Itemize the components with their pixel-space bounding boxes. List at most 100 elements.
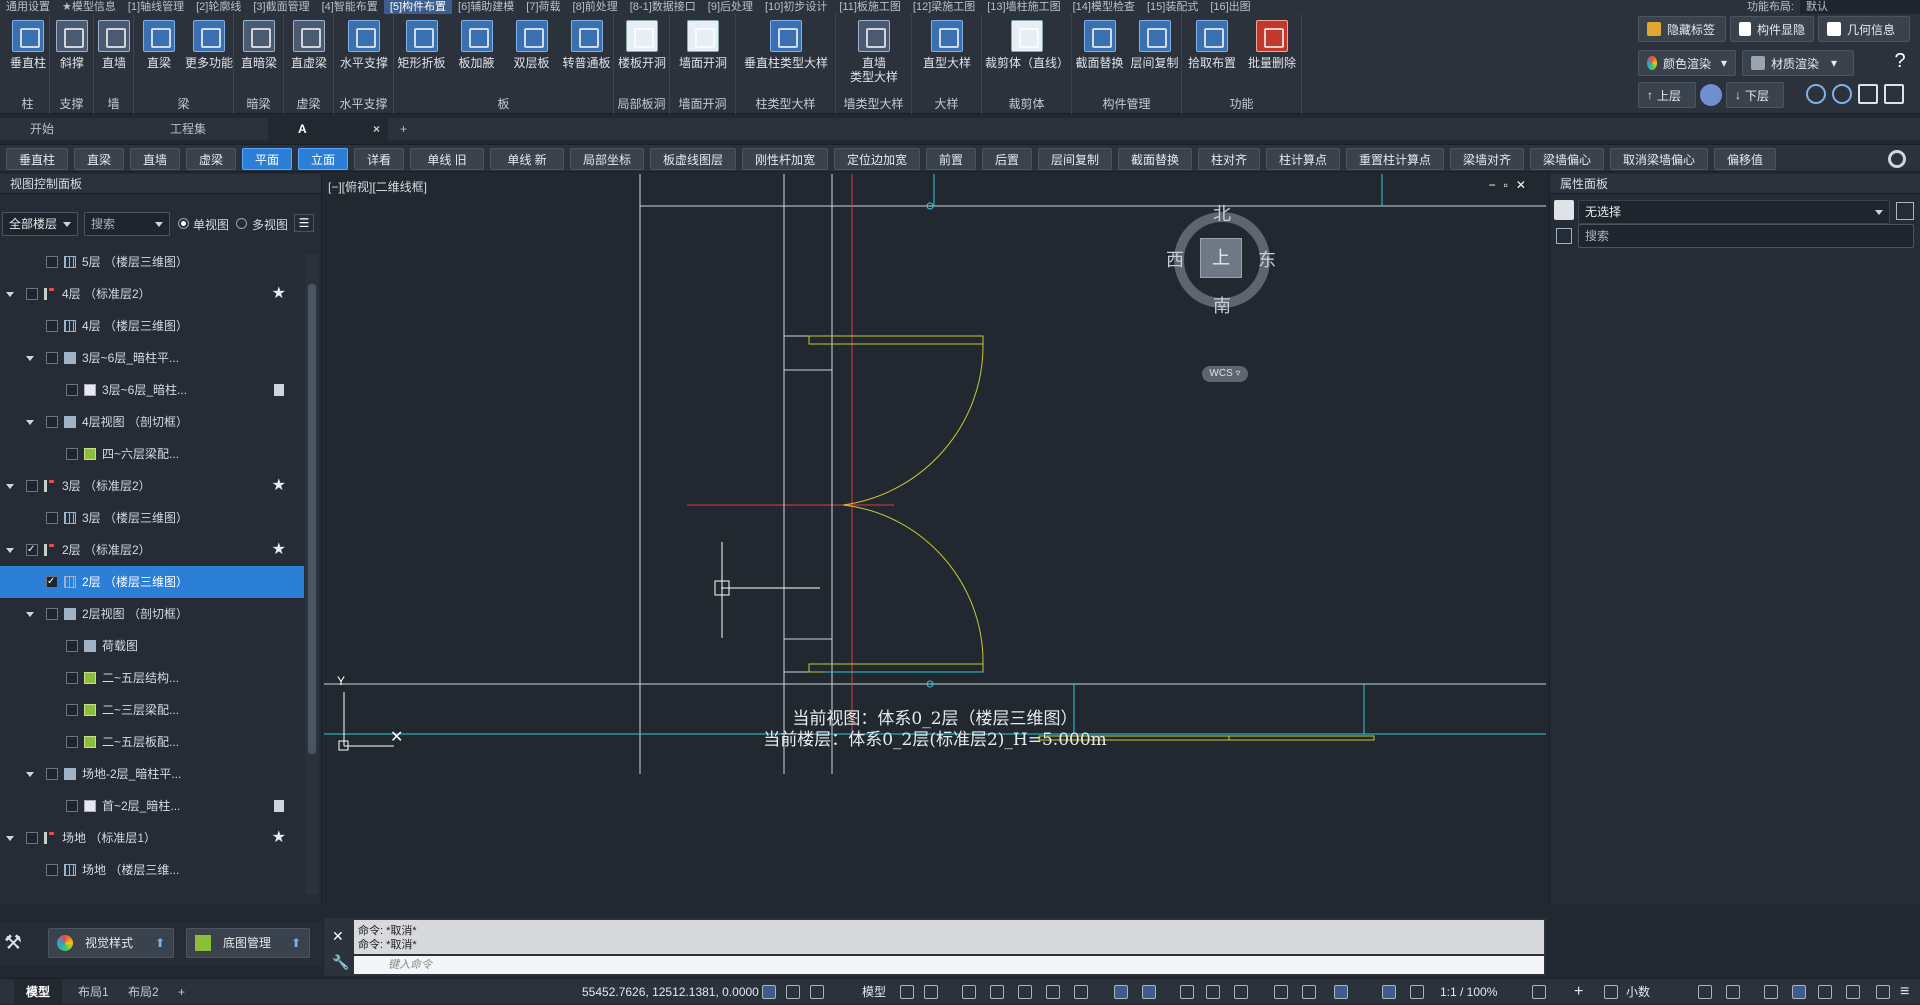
component-visibility-button[interactable]: 构件显隐 [1730,16,1814,42]
infer-icon[interactable] [962,985,976,999]
clean-screen-icon[interactable] [1792,985,1806,999]
units-icon[interactable] [1604,985,1618,999]
menu-item[interactable]: [4]智能布置 [316,0,384,14]
zoom-extents-icon[interactable] [1858,84,1878,104]
menu-item[interactable]: [12]梁施工图 [907,0,981,14]
tree-item[interactable]: 3层~6层_暗柱... [0,374,304,406]
favorite-star-icon[interactable]: ★ [272,534,286,566]
hide-tag-button[interactable]: 隐藏标签 [1638,16,1726,42]
menu-item[interactable]: [8-1]数据接口 [624,0,702,14]
tree-item[interactable]: 首~2层_暗柱... [0,790,304,822]
menu-item[interactable]: [15]装配式 [1141,0,1204,14]
tree-checkbox[interactable] [46,320,58,332]
toolbar-button[interactable]: 平面 [242,148,292,170]
toolbar-button[interactable]: 层间复制 [1038,148,1112,170]
gizmo-icon[interactable] [1302,985,1316,999]
favorite-star-icon[interactable]: ★ [272,278,286,310]
expander-icon[interactable] [26,420,34,425]
wcs-menu[interactable]: WCS ▿ [1202,366,1248,382]
plus-icon[interactable]: + [1574,979,1583,1005]
tab-model[interactable]: 模型 [14,979,63,1005]
menu-item[interactable]: [5]构件布置 [383,0,453,14]
tree-checkbox[interactable] [26,288,38,300]
gear-icon[interactable] [1700,84,1722,106]
tree-item[interactable]: 荷载图 [0,630,304,662]
favorite-star-icon[interactable]: ★ [272,470,286,502]
annotation-scale-icon[interactable] [1382,985,1396,999]
ribbon-button[interactable]: 直型大样 [912,20,982,70]
auto-scale-icon[interactable] [1410,985,1424,999]
zoom-in-icon[interactable] [1806,84,1826,104]
wrench-icon[interactable]: 🔧 [332,954,349,971]
toolbar-button[interactable]: 柱计算点 [1266,148,1340,170]
menu-item[interactable]: [14]模型检查 [1067,0,1141,14]
geometry-info-button[interactable]: 几何信息 [1818,16,1910,42]
tree-checkbox[interactable] [46,768,58,780]
tree-checkbox[interactable] [46,608,58,620]
ribbon-button[interactable]: 直墙 [94,20,134,70]
ribbon-button[interactable]: 矩形折板 [394,20,449,70]
quick-select-icon[interactable] [1896,202,1914,220]
ribbon-button[interactable]: 批量删除 [1242,20,1302,70]
tab-start[interactable]: 开始 [0,118,140,140]
help-icon[interactable]: ? [1888,50,1912,76]
toolbar-button[interactable]: 梁墙对齐 [1450,148,1524,170]
ribbon-button[interactable]: 楼板开洞 [614,20,670,70]
tree-item[interactable]: ✓ 2层 （楼层三维图） [0,566,304,598]
compass-south[interactable]: 南 [1213,292,1231,318]
favorite-star-icon[interactable]: ★ [272,822,286,854]
tree-checkbox[interactable] [46,512,58,524]
ribbon-button[interactable]: 更多功能 [184,20,234,70]
model-space-label[interactable]: 模型 [862,979,886,1005]
new-tab-button[interactable]: + [392,118,422,140]
tree-item[interactable]: 基础面 （基础面） ★ [0,886,304,894]
color-render-dropdown[interactable]: 颜色渲染 ▾ [1638,50,1736,76]
menu-item[interactable]: [2]轮廓线 [190,0,247,14]
expander-icon[interactable] [26,356,34,361]
view-cube[interactable]: 上 北 南 东 西 [1162,200,1282,320]
menu-item[interactable]: [13]墙柱施工图 [981,0,1066,14]
view-search-input[interactable]: 搜索 [84,212,170,236]
ribbon-button[interactable]: 直虚梁 [284,20,334,70]
ribbon-button[interactable]: 斜撑 [50,20,94,70]
expander-icon[interactable] [6,484,14,489]
toolbar-button[interactable]: 详看 [354,148,404,170]
tree-checkbox[interactable] [46,416,58,428]
expander-icon[interactable] [6,548,14,553]
compass-east[interactable]: 东 [1258,246,1276,272]
down-floor-button[interactable]: ↓ 下层 [1726,82,1784,108]
tree-item[interactable]: 场地 （标准层1） ★ [0,822,304,854]
hardware-accel-icon[interactable] [1726,985,1740,999]
tab-layout1[interactable]: 布局1 [66,979,121,1005]
tree-checkbox[interactable] [66,704,78,716]
tree-item[interactable]: 二~五层板配... [0,726,304,758]
compass-north[interactable]: 北 [1213,200,1231,226]
tools-icon[interactable]: ⚒ [4,930,32,958]
tree-checkbox[interactable] [66,800,78,812]
toolbar-button[interactable]: 后置 [982,148,1032,170]
ribbon-button[interactable]: 垂直柱 [6,20,50,70]
tree-item[interactable]: 5层 （楼层三维图） [0,254,304,278]
multi-view-radio[interactable] [236,218,247,229]
osnap-icon[interactable] [1114,985,1128,999]
toolbar-button[interactable]: 垂直柱 [6,148,68,170]
expander-icon[interactable] [6,836,14,841]
properties-search-input[interactable]: 搜索 [1578,224,1914,248]
favorite-star-icon[interactable]: ★ [272,886,286,894]
tree-scrollbar[interactable] [305,254,319,894]
fullscreen-icon[interactable] [1876,985,1890,999]
clipboard-icon[interactable] [274,384,284,396]
tree-item[interactable]: 二~五层结构... [0,662,304,694]
tree-checkbox[interactable] [66,384,78,396]
ribbon-button[interactable]: 墙面开洞 [670,20,736,70]
tree-checkbox[interactable] [66,736,78,748]
tree-item[interactable]: 3层 （楼层三维图） [0,502,304,534]
selection-cycle-icon[interactable] [1206,985,1220,999]
tree-checkbox[interactable] [46,864,58,876]
tab-a[interactable]: A × [268,118,388,140]
expander-icon[interactable] [26,772,34,777]
toolbar-button[interactable]: 立面 [298,148,348,170]
lineweight-icon[interactable] [1142,985,1156,999]
menu-item[interactable]: ★模型信息 [56,0,122,14]
ucs-icon[interactable] [1274,985,1288,999]
